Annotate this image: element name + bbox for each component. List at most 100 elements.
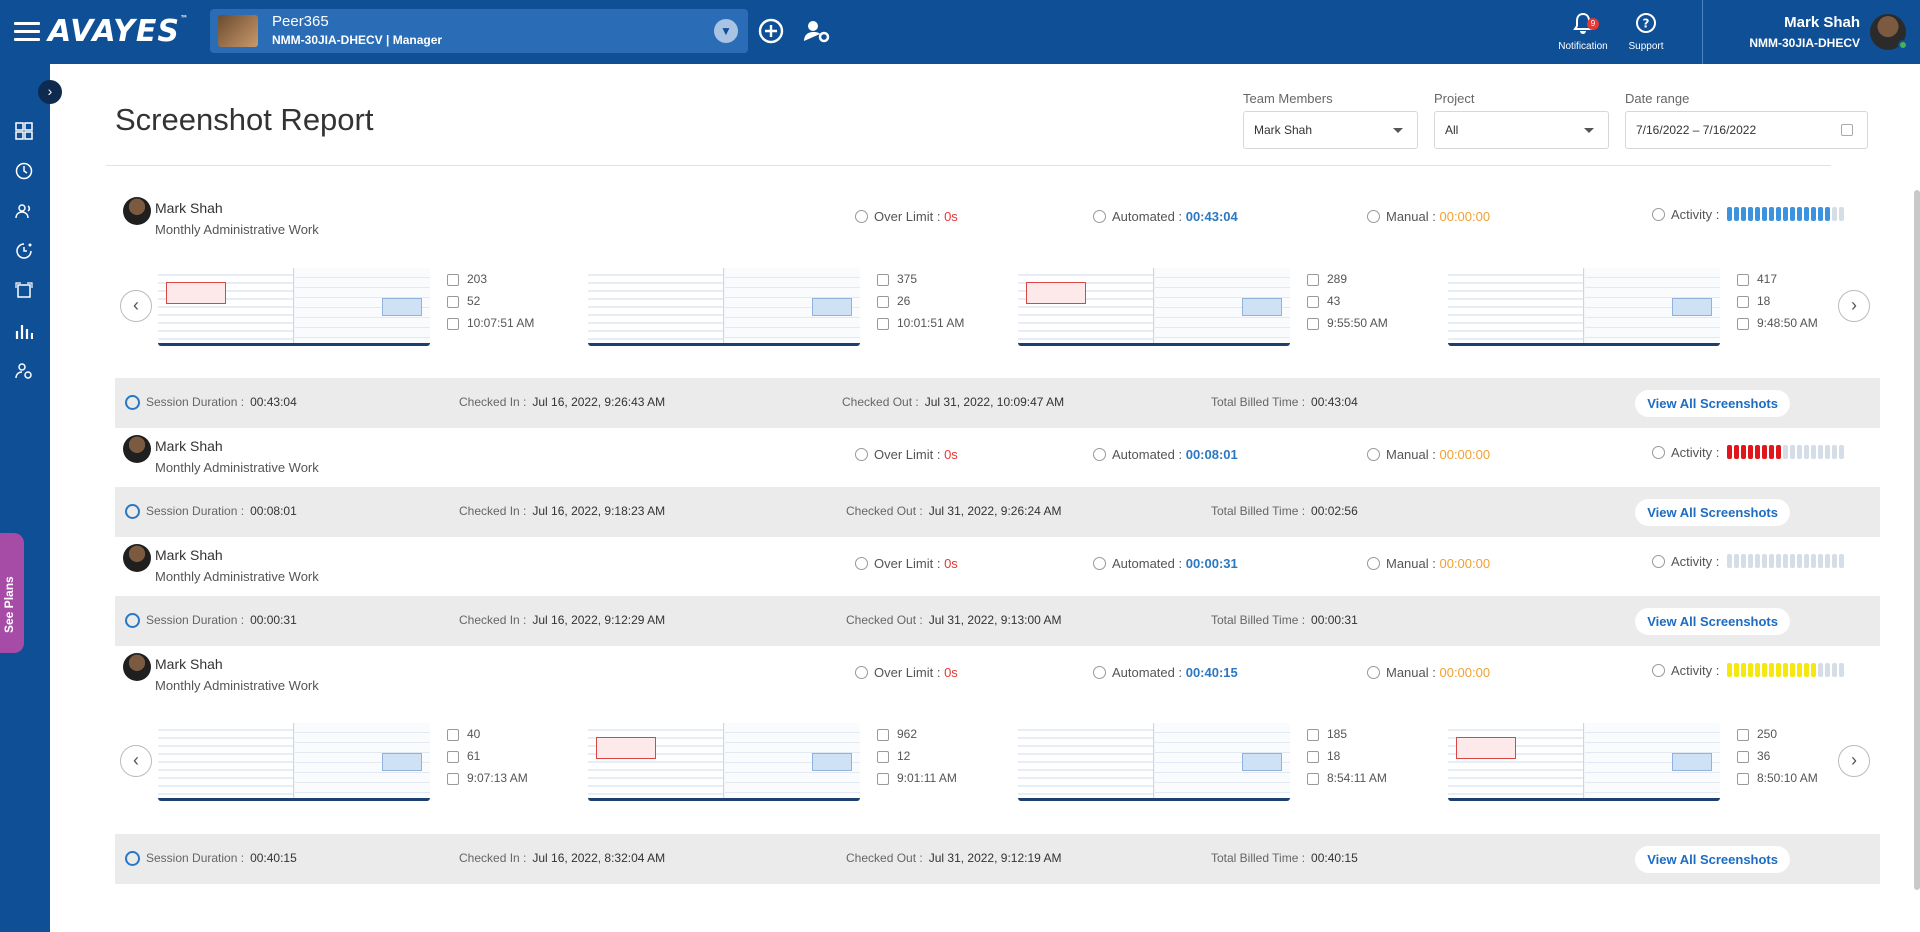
chevron-left-icon[interactable]: ‹ (120, 745, 152, 777)
activity-segment (1769, 207, 1775, 222)
activity-segment (1797, 445, 1803, 460)
clock-icon (125, 851, 140, 866)
checked-in-value: Jul 16, 2022, 9:12:29 AM (532, 613, 666, 627)
automated-value: 00:40:15 (1185, 665, 1238, 680)
screenshots-row: ‹ 203 52 10:07:51 AM 375 26 10:01:51 AM 289 43 9:… (115, 260, 1880, 360)
thumbnail-detail (166, 282, 226, 304)
activity-segment (1734, 663, 1740, 678)
workspace-sub: NMM-30JIA-DHECV | Manager (272, 33, 443, 47)
view-all-screenshots-button[interactable]: View All Screenshots (1635, 499, 1790, 526)
timer-icon (855, 557, 868, 570)
screenshots-row: ‹ 40 61 9:07:13 AM 962 12 9:01:11 AM 185 18 8:54:… (115, 715, 1880, 815)
notification-button[interactable]: 9 Notification (1555, 12, 1611, 52)
chevron-right-icon[interactable]: › (1838, 745, 1870, 777)
screenshot-time: 9:55:50 AM (1305, 312, 1388, 334)
session-bar: Session Duration : 00:08:01 Checked In : Ju… (115, 487, 1880, 537)
screenshot-stats: 185 18 8:54:11 AM (1305, 723, 1387, 789)
view-all-screenshots-button[interactable]: View All Screenshots (1635, 390, 1790, 417)
over-limit-metric: Over Limit : 0s (855, 556, 958, 571)
session-duration-value: 00:40:15 (250, 851, 297, 865)
view-all-screenshots-button[interactable]: View All Screenshots (1635, 846, 1790, 873)
menu-icon[interactable] (14, 22, 40, 42)
user-name[interactable]: Mark Shah (1784, 14, 1860, 31)
activity-bar (1727, 207, 1846, 224)
thumbnail-pane (1448, 268, 1584, 343)
activity-segment (1755, 554, 1761, 569)
project-select[interactable]: All (1434, 111, 1609, 149)
mouse-clicks-count: 26 (875, 290, 964, 312)
mouse-clicks-count: 18 (1305, 745, 1387, 767)
activity-segment (1748, 207, 1754, 222)
chevron-down-icon[interactable]: ▼ (714, 19, 738, 43)
keystrokes-count: 289 (1305, 268, 1388, 290)
screenshot-thumbnail[interactable] (1448, 268, 1720, 346)
screenshot-time: 9:01:11 AM (875, 767, 957, 789)
add-circle-icon[interactable] (757, 17, 787, 47)
user-settings-icon[interactable] (802, 17, 832, 47)
session-duration: Session Duration : 00:40:15 (125, 851, 297, 866)
activity-segment (1734, 445, 1740, 460)
checked-out: Checked Out : Jul 31, 2022, 10:09:47 AM (842, 395, 1064, 409)
activity-segment (1727, 554, 1733, 569)
team-icon[interactable] (15, 202, 35, 222)
activity-segment (1825, 554, 1831, 569)
chevron-left-icon[interactable]: ‹ (120, 290, 152, 322)
scrollbar[interactable] (1914, 190, 1920, 890)
activity-segment (1832, 663, 1838, 678)
chart-icon[interactable] (15, 322, 35, 342)
mouse-clicks-count: 18 (1735, 290, 1818, 312)
stopwatch-icon (1093, 448, 1106, 461)
screenshot-thumbnail[interactable] (1018, 268, 1290, 346)
stopwatch-icon (1093, 666, 1106, 679)
total-billed-time: Total Billed Time : 00:43:04 (1211, 395, 1358, 409)
record-project-name: Monthly Administrative Work (155, 460, 319, 475)
screenshot-thumbnail[interactable] (158, 268, 430, 346)
activity-segment (1755, 445, 1761, 460)
checked-in-value: Jul 16, 2022, 9:18:23 AM (532, 504, 666, 518)
timer-icon (855, 666, 868, 679)
activity-segment (1741, 207, 1747, 222)
date-range-value: 7/16/2022 – 7/16/2022 (1636, 123, 1757, 137)
activity-segment (1762, 207, 1768, 222)
over-limit-label: Over Limit : (874, 665, 945, 680)
screenshot-thumbnail[interactable] (1448, 723, 1720, 801)
screenshot-thumbnail[interactable] (1018, 723, 1290, 801)
manual-metric: Manual : 00:00:00 (1367, 447, 1490, 462)
calendar-icon[interactable] (1841, 124, 1853, 136)
thumbnail-detail (1672, 753, 1712, 771)
user-cog-icon[interactable] (15, 362, 35, 382)
screenshot-thumbnail[interactable] (588, 723, 860, 801)
logo[interactable]: AVAYES™ (48, 14, 189, 49)
workspace-selector[interactable]: Peer365 NMM-30JIA-DHECV | Manager ▼ (210, 9, 748, 53)
clock-icon[interactable] (15, 162, 35, 182)
logo-text: AVAYES (48, 14, 180, 49)
manual-label: Manual : (1386, 447, 1440, 462)
dashboard-icon[interactable] (15, 122, 35, 142)
checked-in: Checked In : Jul 16, 2022, 8:32:04 AM (459, 851, 665, 865)
chevron-right-icon[interactable]: › (1838, 290, 1870, 322)
thumbnail-detail (812, 298, 852, 316)
activity-segment (1762, 554, 1768, 569)
team-members-select[interactable]: Mark Shah (1243, 111, 1418, 149)
automated-label: Automated : (1112, 556, 1186, 571)
screenshot-thumbnail[interactable] (158, 723, 430, 801)
screenshot-thumbnail[interactable] (588, 268, 860, 346)
see-plans-button[interactable]: See Plans (0, 533, 24, 653)
date-range-label: Date range (1625, 91, 1690, 106)
timer-icon[interactable] (15, 242, 35, 262)
view-all-screenshots-button[interactable]: View All Screenshots (1635, 608, 1790, 635)
keystrokes-count: 962 (875, 723, 957, 745)
chevron-right-icon[interactable]: › (38, 80, 62, 104)
total-billed-value: 00:02:56 (1311, 504, 1358, 518)
activity-segment (1839, 554, 1845, 569)
support-button[interactable]: ? Support (1625, 12, 1667, 52)
notification-count: 9 (1587, 18, 1599, 30)
activity-segment (1762, 445, 1768, 460)
session-duration: Session Duration : 00:08:01 (125, 504, 297, 519)
activity-segment (1797, 663, 1803, 678)
automated-metric: Automated : 00:40:15 (1093, 665, 1238, 680)
date-range-input[interactable]: 7/16/2022 – 7/16/2022 (1625, 111, 1868, 149)
clock-icon (125, 504, 140, 519)
manual-value: 00:00:00 (1439, 447, 1491, 462)
screenshot-icon[interactable] (15, 282, 35, 302)
